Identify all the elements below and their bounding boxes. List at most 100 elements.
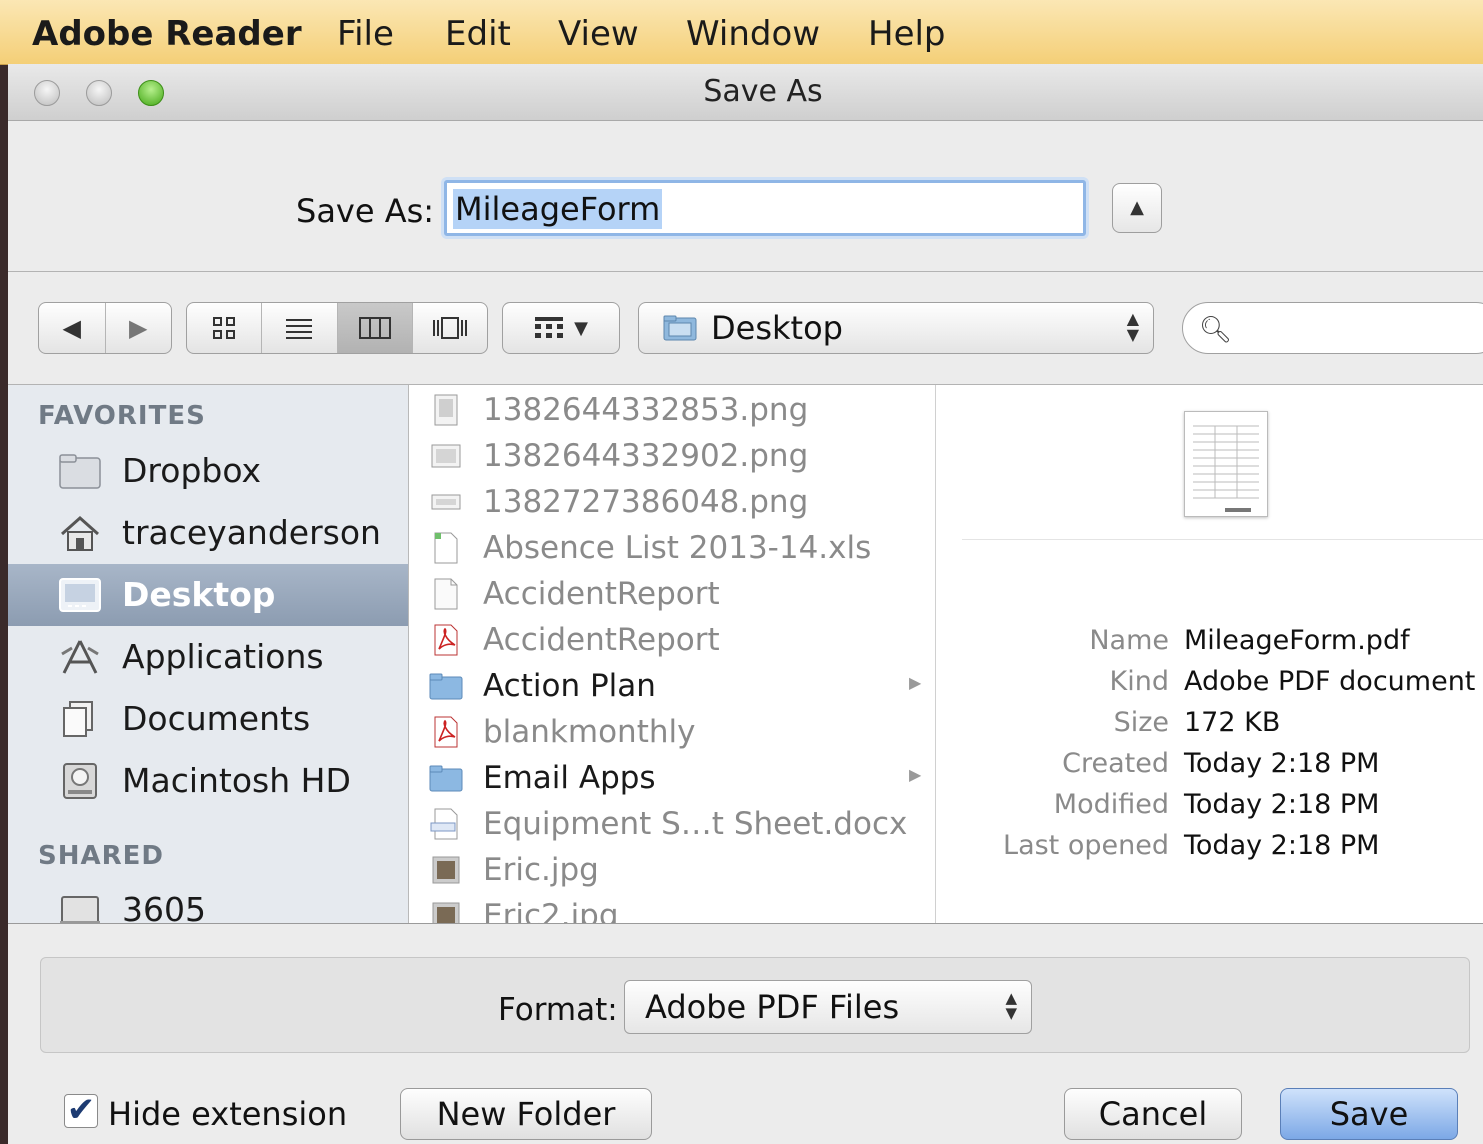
search-input[interactable] bbox=[1239, 313, 1463, 345]
divider bbox=[8, 271, 1483, 272]
location-label: Desktop bbox=[711, 309, 843, 347]
favorites-heading: FAVORITES bbox=[38, 401, 206, 431]
home-icon bbox=[61, 515, 99, 551]
list-item-folder[interactable]: Email Apps ▶ bbox=[409, 755, 935, 801]
menu-app-name[interactable]: Adobe Reader bbox=[32, 14, 302, 54]
back-button[interactable]: ◀ bbox=[39, 303, 106, 353]
png-file-icon bbox=[431, 444, 461, 468]
file-name: Equipment S…t Sheet.docx bbox=[483, 806, 908, 842]
file-name: blankmonthly bbox=[483, 714, 696, 750]
arrange-menu-button[interactable]: ▼ bbox=[502, 302, 620, 354]
cancel-button[interactable]: Cancel bbox=[1064, 1088, 1242, 1140]
list-item-folder[interactable]: Action Plan ▶ bbox=[409, 663, 935, 709]
meta-modified-value: Today 2:18 PM bbox=[1184, 789, 1380, 820]
folder-icon bbox=[429, 765, 463, 792]
list-item[interactable]: Eric2.jpg bbox=[409, 893, 935, 923]
list-item[interactable]: Equipment S…t Sheet.docx bbox=[409, 801, 935, 847]
search-field[interactable]: 🔍︎ bbox=[1182, 302, 1483, 354]
file-name: Email Apps bbox=[483, 760, 656, 796]
back-arrow-icon: ◀ bbox=[62, 314, 81, 342]
list-item[interactable]: 1382644332902.png bbox=[409, 433, 935, 479]
format-popup[interactable]: Adobe PDF Files ▲ ▼ bbox=[624, 980, 1032, 1034]
meta-modified-key: Modified bbox=[1053, 789, 1169, 820]
list-item[interactable]: blankmonthly bbox=[409, 709, 935, 755]
list-item[interactable]: 1382644332853.png bbox=[409, 387, 935, 433]
sidebar-item-applications[interactable]: Applications bbox=[8, 626, 408, 688]
menu-file[interactable]: File bbox=[337, 14, 394, 54]
back-forward-control: ◀ ▶ bbox=[38, 302, 172, 354]
menu-bar: Adobe Reader File Edit View Window Help bbox=[0, 0, 1483, 65]
photo-file-icon bbox=[432, 856, 460, 884]
save-button[interactable]: Save bbox=[1280, 1088, 1458, 1140]
file-name: Action Plan bbox=[483, 668, 656, 704]
file-name: AccidentReport bbox=[483, 622, 720, 658]
format-value: Adobe PDF Files bbox=[645, 988, 900, 1026]
list-item[interactable]: AccidentReport bbox=[409, 571, 935, 617]
list-item[interactable]: Absence List 2013-14.xls bbox=[409, 525, 935, 571]
disclosure-arrow-icon: ▶ bbox=[909, 765, 922, 784]
icon-view-button[interactable] bbox=[187, 303, 263, 353]
meta-last-opened-value: Today 2:18 PM bbox=[1184, 830, 1380, 861]
file-name: Eric2.jpg bbox=[483, 898, 619, 923]
document-file-icon bbox=[434, 578, 458, 610]
sidebar-item-label: Documents bbox=[122, 699, 311, 738]
file-name: AccidentReport bbox=[483, 576, 720, 612]
forward-button[interactable]: ▶ bbox=[106, 303, 172, 353]
applications-icon bbox=[61, 640, 99, 674]
menu-view[interactable]: View bbox=[558, 14, 639, 54]
expand-dialog-button[interactable]: ▲ bbox=[1112, 183, 1162, 233]
divider bbox=[962, 539, 1483, 540]
pdf-thumbnail-icon bbox=[1193, 425, 1259, 512]
menu-window[interactable]: Window bbox=[686, 14, 820, 54]
file-column: 1382644332853.png 1382644332902.png 1382… bbox=[409, 385, 936, 923]
photo-file-icon bbox=[432, 902, 460, 923]
desktop-folder-icon bbox=[663, 315, 697, 341]
chevron-down-icon: ▼ bbox=[574, 317, 588, 339]
list-item[interactable]: 1382727386048.png bbox=[409, 479, 935, 525]
sidebar-item-desktop[interactable]: Desktop bbox=[8, 564, 408, 626]
sidebar-item-label: Applications bbox=[122, 637, 324, 676]
sidebar-item-label: 3605 bbox=[122, 890, 206, 923]
file-name: 1382727386048.png bbox=[483, 484, 809, 520]
arrange-grid-icon bbox=[535, 317, 564, 338]
folder-icon bbox=[429, 673, 463, 700]
menu-help[interactable]: Help bbox=[868, 14, 946, 54]
sidebar-item-home[interactable]: traceyanderson bbox=[8, 502, 408, 564]
file-name: Absence List 2013-14.xls bbox=[483, 530, 872, 566]
search-icon: 🔍︎ bbox=[1199, 315, 1233, 345]
forward-arrow-icon: ▶ bbox=[129, 314, 148, 342]
sidebar-item-documents[interactable]: Documents bbox=[8, 688, 408, 750]
hard-drive-icon bbox=[63, 763, 97, 799]
filename-input[interactable]: MileageForm bbox=[444, 180, 1086, 236]
hide-extension-label[interactable]: Hide extension bbox=[108, 1094, 347, 1134]
pdf-file-icon bbox=[434, 716, 458, 748]
hide-extension-checkbox[interactable]: ✔ bbox=[64, 1093, 98, 1128]
new-folder-button[interactable]: New Folder bbox=[400, 1088, 652, 1140]
pdf-file-icon bbox=[434, 624, 458, 656]
icon-view-icon bbox=[213, 317, 236, 339]
meta-last-opened-key: Last opened bbox=[1003, 830, 1169, 861]
list-view-button[interactable] bbox=[262, 303, 338, 353]
meta-size-value: 172 KB bbox=[1184, 707, 1281, 738]
sidebar-item-dropbox[interactable]: Dropbox bbox=[8, 440, 408, 502]
sidebar-item-label: Macintosh HD bbox=[122, 761, 351, 800]
divider bbox=[8, 923, 1483, 924]
file-name: 1382644332853.png bbox=[483, 392, 809, 428]
list-item[interactable]: Eric.jpg bbox=[409, 847, 935, 893]
cover-flow-icon bbox=[432, 317, 467, 339]
sidebar-item-macintosh-hd[interactable]: Macintosh HD bbox=[8, 750, 408, 812]
triangle-up-icon: ▲ bbox=[1130, 197, 1144, 218]
sidebar-item-label: traceyanderson bbox=[122, 513, 381, 552]
location-popup[interactable]: Desktop ▲ ▼ bbox=[638, 302, 1154, 354]
document-thumbnail bbox=[1184, 411, 1268, 517]
menu-edit[interactable]: Edit bbox=[445, 14, 511, 54]
preview-pane: Name MileageForm.pdf Kind Adobe PDF docu… bbox=[936, 385, 1483, 923]
checkmark-icon: ✔ bbox=[66, 1090, 96, 1130]
arrange-content: ▼ bbox=[503, 303, 619, 353]
column-view-button[interactable] bbox=[337, 303, 413, 353]
file-name: 1382644332902.png bbox=[483, 438, 809, 474]
meta-size-key: Size bbox=[1113, 707, 1169, 738]
cover-flow-view-button[interactable] bbox=[413, 303, 487, 353]
sidebar-item-3605[interactable]: 3605 bbox=[8, 879, 408, 923]
list-item[interactable]: AccidentReport bbox=[409, 617, 935, 663]
